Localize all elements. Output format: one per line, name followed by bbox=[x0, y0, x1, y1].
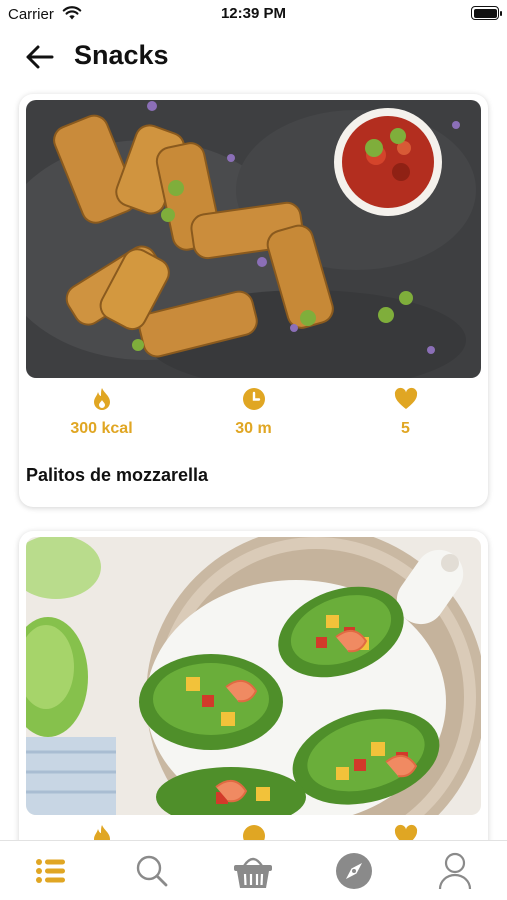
calories-stat: 300 kcal bbox=[26, 378, 177, 458]
recipe-stats: 300 kcal 30 m 5 bbox=[26, 378, 481, 458]
heart-icon[interactable] bbox=[393, 823, 419, 840]
status-time: 12:39 PM bbox=[220, 5, 287, 22]
list-icon bbox=[35, 859, 65, 883]
status-bar: Carrier 12:39 PM bbox=[0, 0, 507, 30]
recipe-image bbox=[26, 537, 481, 815]
compass-icon bbox=[335, 853, 372, 889]
page-title: Snacks bbox=[74, 40, 169, 70]
heart-icon[interactable] bbox=[393, 386, 419, 412]
likes-stat[interactable] bbox=[330, 815, 481, 840]
time-value: 30 m bbox=[235, 420, 272, 437]
recipe-image bbox=[26, 100, 481, 378]
search-icon bbox=[136, 855, 167, 887]
header: Snacks bbox=[0, 30, 507, 88]
tab-basket[interactable] bbox=[202, 841, 303, 900]
recipe-card[interactable]: 300 kcal 30 m 5 Palitos de mozzarella bbox=[19, 94, 488, 507]
likes-value: 5 bbox=[401, 420, 410, 437]
recipe-card[interactable] bbox=[19, 531, 488, 840]
tab-profile[interactable] bbox=[404, 841, 505, 900]
recipe-title[interactable]: Palitos de mozzarella bbox=[26, 465, 208, 486]
calories-stat bbox=[26, 815, 177, 840]
user-icon bbox=[438, 852, 471, 890]
time-stat bbox=[178, 815, 329, 840]
clock-icon bbox=[243, 388, 265, 410]
battery-icon bbox=[471, 6, 502, 20]
flame-icon bbox=[94, 825, 110, 840]
tab-explore[interactable] bbox=[303, 841, 404, 900]
basket-icon bbox=[233, 857, 272, 888]
tab-search[interactable] bbox=[101, 841, 202, 900]
recipe-stats bbox=[26, 815, 481, 840]
arrow-left-icon bbox=[26, 45, 54, 69]
calories-value: 300 kcal bbox=[70, 420, 133, 437]
flame-icon bbox=[94, 388, 110, 410]
time-stat: 30 m bbox=[178, 378, 329, 458]
back-button[interactable] bbox=[22, 42, 56, 72]
likes-stat[interactable]: 5 bbox=[330, 378, 481, 458]
recipe-feed[interactable]: 300 kcal 30 m 5 Palitos de mozzarella bbox=[0, 88, 507, 840]
tab-list[interactable] bbox=[0, 841, 101, 900]
clock-icon bbox=[243, 825, 265, 840]
tab-bar bbox=[0, 840, 507, 900]
